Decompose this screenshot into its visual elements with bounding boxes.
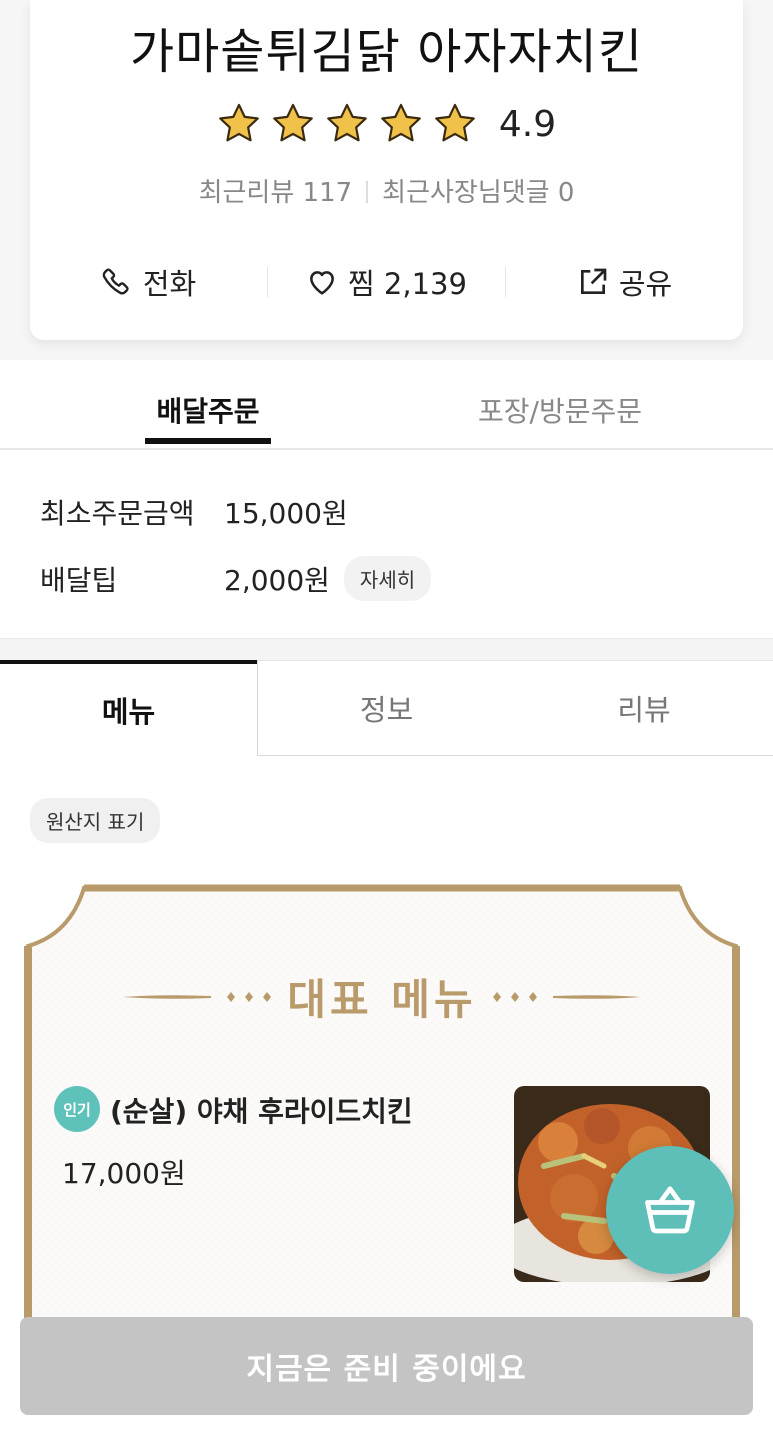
share-icon [577,266,609,298]
store-card: 가마솥튀김닭 아자자치킨 4.9 최근리뷰 117 최근사장님댓글 0 전화 찜 … [30,0,743,340]
tab-delivery[interactable]: 배달주문 [145,390,271,444]
popular-badge: 인기 [54,1086,100,1132]
store-name: 가마솥튀김닭 아자자치킨 [129,24,644,80]
cart-button[interactable] [606,1146,734,1274]
origin-label-button[interactable]: 원산지 표기 [30,798,161,843]
min-order-value: 15,000원 [224,497,348,530]
min-order-label: 최소주문금액 [40,497,195,530]
heart-icon [306,266,338,298]
like-button[interactable]: 찜 2,139 [268,261,505,303]
phone-icon [101,266,133,298]
order-unavailable-button[interactable]: 지금은 준비 중이에요 [20,1317,753,1415]
star-icon [271,102,315,146]
delivery-tip-value: 2,000원 [224,563,330,597]
min-order-row: 최소주문금액 15,000원 [40,492,348,532]
call-button[interactable]: 전화 [30,261,267,303]
order-info: 최소주문금액 15,000원 배달팁 2,000원 자세히 [0,450,773,638]
signature-title: 대표 메뉴 [287,975,477,1024]
review-summary[interactable]: 최근리뷰 117 최근사장님댓글 0 [30,172,743,209]
star-icon [379,102,423,146]
call-label: 전화 [142,267,197,301]
tab-menu[interactable]: 메뉴 [0,660,257,756]
owner-reply-count: 최근사장님댓글 0 [382,178,575,208]
rating-value: 4.9 [498,103,557,145]
menu-item-name: (순살) 야채 후라이드치킨 [110,1095,413,1128]
menu-tabs: 메뉴 정보 리뷰 [0,660,773,756]
delivery-tip-row: 배달팁 2,000원 자세히 [40,556,432,601]
rating-row: 4.9 [30,102,743,146]
menu-item-price: 17,000원 [62,1157,186,1190]
basket-icon [640,1180,700,1240]
tab-info[interactable]: 정보 [257,660,515,756]
like-count: 찜 2,139 [348,267,467,301]
divider [366,181,369,203]
order-type-tabs: 배달주문 포장/방문주문 [0,360,773,450]
store-actions: 전화 찜 2,139 공유 [30,254,743,310]
signature-title-row: 대표 메뉴 [14,966,750,1027]
tab-reviews[interactable]: 리뷰 [515,660,773,756]
share-button[interactable]: 공유 [506,261,743,303]
tab-pickup[interactable]: 포장/방문주문 [478,390,642,430]
section-gap [0,638,773,661]
star-icon [433,102,477,146]
star-icon [217,102,261,146]
ornament-left [123,991,272,1002]
ornament-right [492,991,641,1002]
share-label: 공유 [618,267,673,301]
delivery-tip-detail-button[interactable]: 자세히 [343,556,432,601]
delivery-tip-label: 배달팁 [40,563,118,597]
recent-review-count: 최근리뷰 117 [198,178,353,208]
star-icon [325,102,369,146]
